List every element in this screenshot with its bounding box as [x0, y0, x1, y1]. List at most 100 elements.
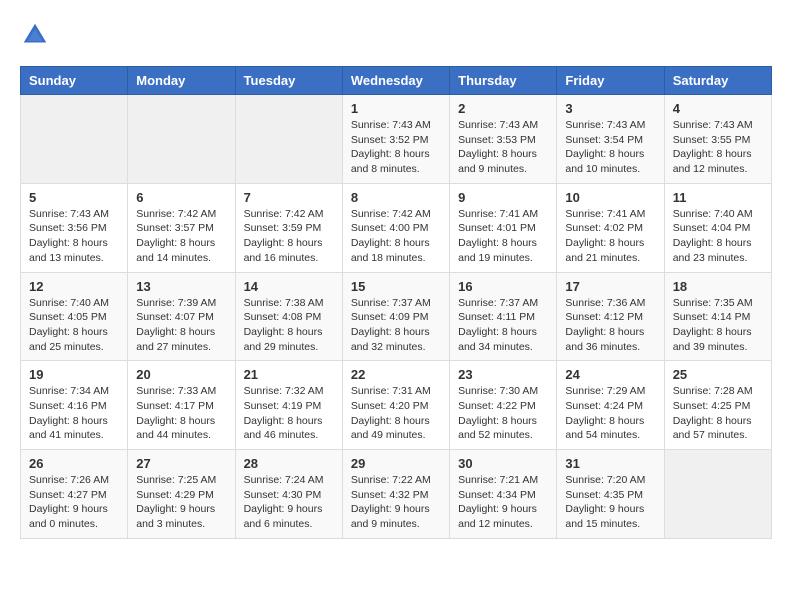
calendar-cell: 20 Sunrise: 7:33 AM Sunset: 4:17 PM Dayli… [128, 361, 235, 450]
day-number: 8 [351, 190, 441, 205]
day-info: Sunrise: 7:24 AM Sunset: 4:30 PM Dayligh… [244, 473, 334, 532]
calendar-cell: 17 Sunrise: 7:36 AM Sunset: 4:12 PM Dayli… [557, 272, 664, 361]
day-info: Sunrise: 7:37 AM Sunset: 4:09 PM Dayligh… [351, 296, 441, 355]
day-info: Sunrise: 7:41 AM Sunset: 4:01 PM Dayligh… [458, 207, 548, 266]
calendar-cell: 14Sunrise: 7:38 AM Sunset: 4:08 PM Dayli… [235, 272, 342, 361]
day-number: 30 [458, 456, 548, 471]
day-number: 17 [565, 279, 655, 294]
calendar-cell: 13 Sunrise: 7:39 AM Sunset: 4:07 PM Dayli… [128, 272, 235, 361]
calendar-cell: 22 Sunrise: 7:31 AM Sunset: 4:20 PM Dayli… [342, 361, 449, 450]
day-of-week-header: Sunday [21, 67, 128, 95]
calendar-cell: 23 Sunrise: 7:30 AM Sunset: 4:22 PM Dayli… [450, 361, 557, 450]
day-info: Sunrise: 7:25 AM Sunset: 4:29 PM Dayligh… [136, 473, 226, 532]
calendar-cell: 28Sunrise: 7:24 AM Sunset: 4:30 PM Dayli… [235, 450, 342, 539]
day-info: Sunrise: 7:22 AM Sunset: 4:32 PM Dayligh… [351, 473, 441, 532]
day-of-week-header: Friday [557, 67, 664, 95]
day-number: 18 [673, 279, 763, 294]
day-number: 11 [673, 190, 763, 205]
day-number: 23 [458, 367, 548, 382]
calendar-cell: 27Sunrise: 7:25 AM Sunset: 4:29 PM Dayli… [128, 450, 235, 539]
day-info: Sunrise: 7:42 AM Sunset: 4:00 PM Dayligh… [351, 207, 441, 266]
calendar-cell: 29 Sunrise: 7:22 AM Sunset: 4:32 PM Dayli… [342, 450, 449, 539]
day-info: Sunrise: 7:40 AM Sunset: 4:05 PM Dayligh… [29, 296, 119, 355]
calendar-cell: 30 Sunrise: 7:21 AM Sunset: 4:34 PM Dayli… [450, 450, 557, 539]
day-info: Sunrise: 7:21 AM Sunset: 4:34 PM Dayligh… [458, 473, 548, 532]
day-info: Sunrise: 7:31 AM Sunset: 4:20 PM Dayligh… [351, 384, 441, 443]
day-info: Sunrise: 7:43 AM Sunset: 3:54 PM Dayligh… [565, 118, 655, 177]
day-info: Sunrise: 7:30 AM Sunset: 4:22 PM Dayligh… [458, 384, 548, 443]
day-info: Sunrise: 7:33 AM Sunset: 4:17 PM Dayligh… [136, 384, 226, 443]
calendar-cell: 10 Sunrise: 7:41 AM Sunset: 4:02 PM Dayli… [557, 183, 664, 272]
day-number: 22 [351, 367, 441, 382]
calendar-cell: 16Sunrise: 7:37 AM Sunset: 4:11 PM Dayli… [450, 272, 557, 361]
day-number: 20 [136, 367, 226, 382]
day-info: Sunrise: 7:26 AM Sunset: 4:27 PM Dayligh… [29, 473, 119, 532]
day-number: 12 [29, 279, 119, 294]
day-number: 9 [458, 190, 548, 205]
calendar-cell: 11Sunrise: 7:40 AM Sunset: 4:04 PM Dayli… [664, 183, 771, 272]
day-of-week-header: Wednesday [342, 67, 449, 95]
day-info: Sunrise: 7:42 AM Sunset: 3:57 PM Dayligh… [136, 207, 226, 266]
day-info: Sunrise: 7:43 AM Sunset: 3:55 PM Dayligh… [673, 118, 763, 177]
calendar-cell: 6 Sunrise: 7:42 AM Sunset: 3:57 PM Daylig… [128, 183, 235, 272]
calendar-cell: 19 Sunrise: 7:34 AM Sunset: 4:16 PM Dayli… [21, 361, 128, 450]
day-number: 6 [136, 190, 226, 205]
day-info: Sunrise: 7:41 AM Sunset: 4:02 PM Dayligh… [565, 207, 655, 266]
calendar-cell [235, 95, 342, 184]
day-info: Sunrise: 7:39 AM Sunset: 4:07 PM Dayligh… [136, 296, 226, 355]
day-of-week-header: Tuesday [235, 67, 342, 95]
calendar-week-row: 5 Sunrise: 7:43 AM Sunset: 3:56 PM Daylig… [21, 183, 772, 272]
calendar-cell [128, 95, 235, 184]
day-number: 7 [244, 190, 334, 205]
calendar-cell: 8 Sunrise: 7:42 AM Sunset: 4:00 PM Daylig… [342, 183, 449, 272]
calendar-cell: 1Sunrise: 7:43 AM Sunset: 3:52 PM Daylig… [342, 95, 449, 184]
calendar-cell: 5 Sunrise: 7:43 AM Sunset: 3:56 PM Daylig… [21, 183, 128, 272]
day-number: 13 [136, 279, 226, 294]
calendar-table: SundayMondayTuesdayWednesdayThursdayFrid… [20, 66, 772, 539]
day-info: Sunrise: 7:34 AM Sunset: 4:16 PM Dayligh… [29, 384, 119, 443]
calendar-cell: 21 Sunrise: 7:32 AM Sunset: 4:19 PM Dayli… [235, 361, 342, 450]
day-info: Sunrise: 7:35 AM Sunset: 4:14 PM Dayligh… [673, 296, 763, 355]
day-number: 15 [351, 279, 441, 294]
day-number: 31 [565, 456, 655, 471]
day-number: 24 [565, 367, 655, 382]
page-header [20, 20, 772, 50]
calendar-cell [664, 450, 771, 539]
day-number: 4 [673, 101, 763, 116]
day-number: 3 [565, 101, 655, 116]
calendar-cell: 24Sunrise: 7:29 AM Sunset: 4:24 PM Dayli… [557, 361, 664, 450]
day-number: 19 [29, 367, 119, 382]
calendar-week-row: 12 Sunrise: 7:40 AM Sunset: 4:05 PM Dayli… [21, 272, 772, 361]
calendar-cell: 7 Sunrise: 7:42 AM Sunset: 3:59 PM Daylig… [235, 183, 342, 272]
logo-icon [20, 20, 50, 50]
calendar-cell: 2 Sunrise: 7:43 AM Sunset: 3:53 PM Daylig… [450, 95, 557, 184]
calendar-cell: 4 Sunrise: 7:43 AM Sunset: 3:55 PM Daylig… [664, 95, 771, 184]
day-info: Sunrise: 7:36 AM Sunset: 4:12 PM Dayligh… [565, 296, 655, 355]
day-number: 5 [29, 190, 119, 205]
calendar-header-row: SundayMondayTuesdayWednesdayThursdayFrid… [21, 67, 772, 95]
day-info: Sunrise: 7:28 AM Sunset: 4:25 PM Dayligh… [673, 384, 763, 443]
day-number: 10 [565, 190, 655, 205]
calendar-cell: 9 Sunrise: 7:41 AM Sunset: 4:01 PM Daylig… [450, 183, 557, 272]
calendar-cell: 31 Sunrise: 7:20 AM Sunset: 4:35 PM Dayli… [557, 450, 664, 539]
calendar-cell [21, 95, 128, 184]
day-of-week-header: Saturday [664, 67, 771, 95]
day-info: Sunrise: 7:32 AM Sunset: 4:19 PM Dayligh… [244, 384, 334, 443]
day-info: Sunrise: 7:20 AM Sunset: 4:35 PM Dayligh… [565, 473, 655, 532]
day-number: 2 [458, 101, 548, 116]
calendar-cell: 18 Sunrise: 7:35 AM Sunset: 4:14 PM Dayli… [664, 272, 771, 361]
calendar-cell: 3 Sunrise: 7:43 AM Sunset: 3:54 PM Daylig… [557, 95, 664, 184]
day-number: 29 [351, 456, 441, 471]
calendar-week-row: 1Sunrise: 7:43 AM Sunset: 3:52 PM Daylig… [21, 95, 772, 184]
calendar-week-row: 26 Sunrise: 7:26 AM Sunset: 4:27 PM Dayli… [21, 450, 772, 539]
day-info: Sunrise: 7:42 AM Sunset: 3:59 PM Dayligh… [244, 207, 334, 266]
day-number: 16 [458, 279, 548, 294]
calendar-cell: 25Sunrise: 7:28 AM Sunset: 4:25 PM Dayli… [664, 361, 771, 450]
calendar-cell: 12 Sunrise: 7:40 AM Sunset: 4:05 PM Dayli… [21, 272, 128, 361]
day-number: 1 [351, 101, 441, 116]
day-info: Sunrise: 7:38 AM Sunset: 4:08 PM Dayligh… [244, 296, 334, 355]
day-number: 26 [29, 456, 119, 471]
day-info: Sunrise: 7:43 AM Sunset: 3:56 PM Dayligh… [29, 207, 119, 266]
day-info: Sunrise: 7:43 AM Sunset: 3:53 PM Dayligh… [458, 118, 548, 177]
day-number: 21 [244, 367, 334, 382]
